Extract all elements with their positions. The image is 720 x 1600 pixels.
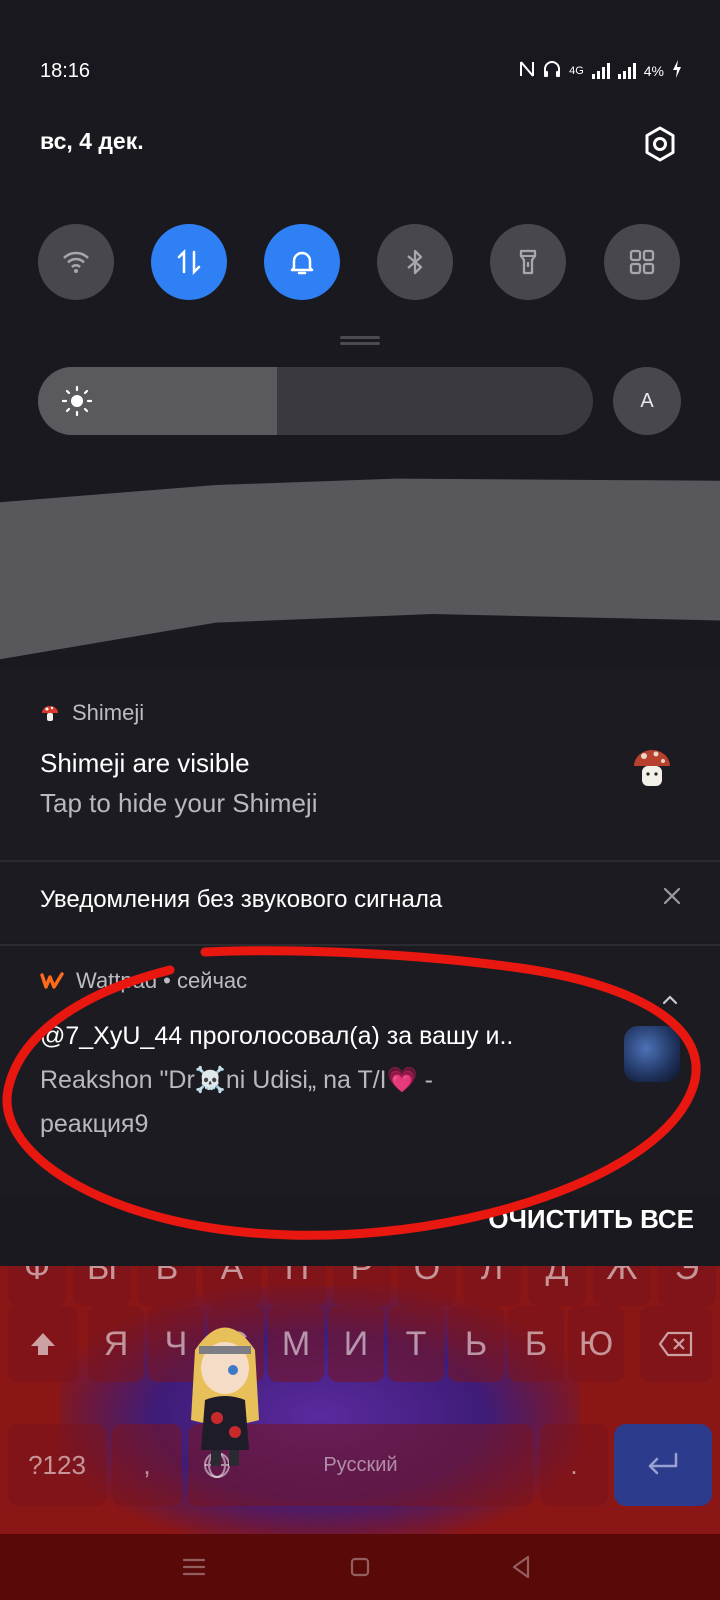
key-2[interactable]: Ы	[73, 1266, 131, 1306]
brightness-slider[interactable]	[38, 367, 593, 435]
key-8[interactable]: Л	[463, 1266, 521, 1306]
backspace-key[interactable]	[640, 1306, 712, 1382]
menu-icon[interactable]	[178, 1551, 210, 1583]
status-time: 18:16	[40, 60, 91, 82]
mobile-data-toggle[interactable]	[151, 224, 227, 300]
key-8[interactable]: Б	[508, 1306, 564, 1382]
key-6[interactable]: Т	[388, 1306, 444, 1382]
symbols-key[interactable]: ?123	[8, 1424, 106, 1506]
signal-icon	[591, 62, 610, 79]
key-4[interactable]: А	[203, 1266, 261, 1306]
nfc-icon	[519, 60, 535, 81]
key-9[interactable]: Д	[528, 1266, 586, 1306]
silent-section-label: Уведомления без звукового сигнала	[40, 886, 443, 913]
status-icons: 4G 4%	[519, 60, 682, 81]
panel-drag-handle[interactable]	[340, 336, 380, 339]
period-key[interactable]: .	[540, 1424, 608, 1506]
wifi-toggle[interactable]	[38, 224, 114, 300]
grid-icon	[629, 249, 655, 275]
network-type: 4G	[569, 64, 584, 77]
auto-brightness-button[interactable]: A	[613, 367, 681, 435]
key-5[interactable]: П	[268, 1266, 326, 1306]
shift-icon	[31, 1333, 55, 1355]
key-7[interactable]: О	[398, 1266, 456, 1306]
key-6[interactable]: Р	[333, 1266, 391, 1306]
enter-key[interactable]	[614, 1424, 712, 1506]
keyboard: ФЫВАПРОЛДЖЭ ЯЧСМИТЬБЮ ?123 , Русский .	[0, 1266, 720, 1534]
bell-icon	[290, 251, 314, 275]
comma-key[interactable]: ,	[112, 1424, 182, 1506]
flashlight-icon	[519, 249, 537, 275]
key-7[interactable]: Ь	[448, 1306, 504, 1382]
gear-icon	[645, 126, 675, 162]
notification-app-name: Shimeji	[72, 700, 145, 725]
comma-label: ,	[143, 1449, 151, 1480]
shimeji-character[interactable]	[175, 1310, 275, 1470]
battery-level: 4%	[643, 62, 664, 79]
home-icon[interactable]	[344, 1551, 376, 1583]
key-1[interactable]: Ф	[8, 1266, 66, 1306]
back-icon[interactable]	[506, 1551, 538, 1583]
headphones-icon	[543, 60, 561, 81]
bluetooth-toggle[interactable]	[377, 224, 453, 300]
data-arrows-icon	[177, 248, 201, 276]
key-10[interactable]: Ж	[593, 1266, 651, 1306]
notification-shimeji[interactable]: Shimeji Shimeji are visible Tap to hide …	[0, 670, 720, 860]
charging-icon	[672, 60, 682, 81]
mushroom-icon	[42, 706, 58, 721]
more-toggles-button[interactable]	[604, 224, 680, 300]
header-date: вс, 4 дек.	[40, 128, 144, 154]
status-bar: 18:16 4G 4%	[0, 0, 720, 110]
shift-key[interactable]	[8, 1306, 78, 1382]
annotation-circle	[2, 946, 701, 1240]
settings-button[interactable]	[640, 124, 680, 164]
key-9[interactable]: Ю	[568, 1306, 624, 1382]
notification-title: Shimeji are visible	[40, 748, 250, 778]
redacted-area	[0, 478, 720, 660]
close-icon[interactable]	[660, 884, 684, 908]
notification-text: Tap to hide your Shimeji	[40, 788, 318, 818]
notification-app-row: Shimeji	[40, 700, 144, 726]
bluetooth-icon	[407, 249, 423, 275]
backspace-icon	[658, 1331, 693, 1357]
shimeji-mushroom-icon	[634, 750, 670, 786]
key-4[interactable]: М	[268, 1306, 324, 1382]
key-3[interactable]: В	[138, 1266, 196, 1306]
silent-notifications-header: Уведомления без звукового сигнала	[0, 862, 720, 942]
panel-drag-handle-line	[340, 342, 380, 345]
flashlight-toggle[interactable]	[490, 224, 566, 300]
key-1[interactable]: Я	[88, 1306, 144, 1382]
key-5[interactable]: И	[328, 1306, 384, 1382]
sun-icon	[61, 385, 93, 417]
navigation-bar	[0, 1534, 720, 1600]
wifi-icon	[63, 251, 89, 273]
signal-icon-2	[617, 62, 636, 79]
key-11[interactable]: Э	[658, 1266, 716, 1306]
quick-settings-toggles	[38, 224, 680, 300]
sound-toggle[interactable]	[264, 224, 340, 300]
space-key-label: Русский	[323, 1453, 398, 1476]
enter-icon	[648, 1452, 678, 1475]
period-label: .	[570, 1449, 578, 1480]
